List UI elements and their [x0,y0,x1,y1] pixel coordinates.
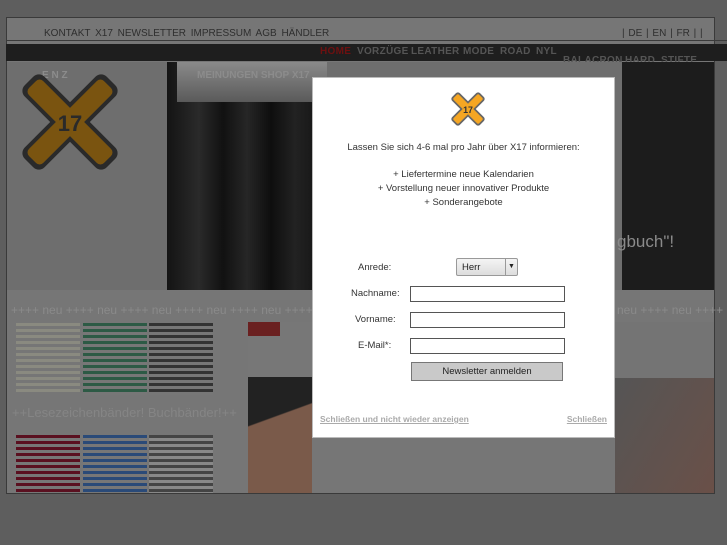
benefit-item: + Vorstellung neuer innovativer Produkte [377,183,550,194]
newsletter-intro: Lassen Sie sich 4-6 mal pro Jahr über X1… [347,142,580,153]
nav-mode[interactable]: MODE [463,46,494,57]
news-ticker: ++++ neu ++++ neu ++++ neu ++++ neu ++++… [11,303,336,317]
video-thumbnail-right [615,378,714,493]
newsletter-modal: 17 Lassen Sie sich 4-6 mal pro Jahr über… [312,77,615,438]
news-ticker-right: neu ++++ neu ++++ n [617,303,727,317]
bookmark-ribbons-heading: ++Lesezeichenbänder! Buchbänder!++ [12,405,237,420]
swatch-light[interactable] [16,323,80,395]
chevron-down-icon: ▼ [505,259,517,275]
nav-leather[interactable]: LEATHER [411,46,460,57]
swatch-red[interactable] [16,435,80,493]
nav-road[interactable]: ROAD [500,46,531,57]
submenu[interactable]: MEINUNGEN SHOP X17 [197,70,310,81]
language-switcher[interactable]: | DE | EN | FR | | [622,28,703,39]
swatch-grey[interactable] [149,435,213,493]
anrede-value: Herr [462,262,481,273]
video-thumbnail [248,377,312,493]
svg-text:17: 17 [463,105,473,115]
swatch-dark[interactable] [149,323,213,395]
vorname-label: Vorname: [355,314,396,325]
newsletter-submit-button[interactable]: Newsletter anmelden [411,362,563,381]
x17-logo-small: 17 [451,92,485,126]
close-dont-show-again-link[interactable]: Schließen und nicht wieder anzeigen [320,414,469,424]
hero-dark-panel [622,62,714,290]
nachname-input[interactable] [410,286,565,302]
divider [6,40,727,41]
x17-logo[interactable]: 17 [20,72,120,172]
anrede-label: Anrede: [358,262,392,273]
youtube-logo [248,322,280,336]
swatch-green[interactable] [83,323,147,395]
hero-text: gbuch"! [617,232,675,251]
video-panel-right [615,322,714,493]
hero-book-pages [177,62,327,102]
vorname-input[interactable] [410,312,565,328]
nav-vorzuege[interactable]: VORZÜGE [357,46,409,57]
benefit-item: + Liefertermine neue Kalendarien [393,169,534,180]
anrede-select[interactable]: Herr ▼ [456,258,518,276]
email-input[interactable] [410,338,565,354]
svg-text:17: 17 [58,111,82,136]
benefit-item: + Sonderangebote [424,197,503,208]
swatch-blue[interactable] [83,435,147,493]
close-link[interactable]: Schließen [567,414,607,424]
email-label: E-Mail*: [358,340,392,351]
nachname-label: Nachname: [351,288,400,299]
nav-home[interactable]: HOME [320,46,351,57]
top-links[interactable]: KONTAKT X17 NEWSLETTER IMPRESSUM AGB HÄN… [44,28,329,39]
nav-nyl[interactable]: NYL [536,46,557,57]
youtube-video[interactable] [248,322,312,493]
